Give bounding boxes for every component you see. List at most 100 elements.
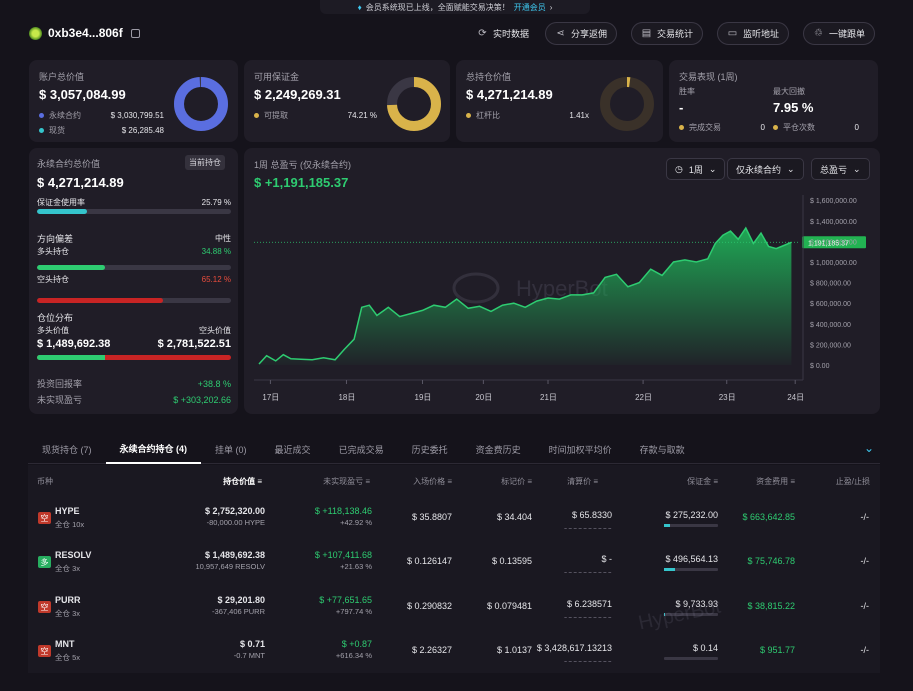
liq-price: $ 6.238571 [566,599,612,609]
spot-dot [39,128,44,133]
tab-4[interactable]: 已完成交易 [325,436,398,464]
liq-price: $ 65.8330 [571,510,612,520]
tpsl[interactable]: -/- [861,645,870,655]
monitor-address-button[interactable]: ▭ 监听地址 [717,22,790,45]
perp-summary-card: 永续合约总价值 当前持仓 $ 4,271,214.89 保证金使用率 25.79 … [29,148,238,414]
coin-name[interactable]: PURR [55,595,81,605]
scope-dropdown[interactable]: 仅永续合约 ⌄ [727,158,804,180]
positions-table [28,465,880,673]
performance-card: 交易表现 (1周) 胜率 - 最大回撤 7.95 % 完成交易 0 平仓次数 0 [669,60,878,142]
column-header[interactable]: 未实现盈亏 ≡ [323,476,370,487]
liq-price: $ - [601,554,612,564]
tab-3[interactable]: 最近成交 [261,436,325,464]
tab-1[interactable]: 永续合约持仓 (4) [105,436,202,464]
share-icon: ⋖ [556,28,565,39]
coin-mode: 全仓 3x [55,609,81,618]
y-tick-label: $ 0.00 [810,363,830,370]
distribution-values: $ 1,489,692.38 $ 2,781,522.51 [37,338,231,350]
banner-link[interactable]: 开通会员 [514,2,546,13]
position-value: $ 29,201.80 -367,406 PURR [212,595,265,616]
tpsl[interactable]: -/- [861,601,870,611]
sort-icon: ≡ [525,477,532,486]
monitor-icon: ▭ [727,28,738,39]
win-rate-value: - [679,100,684,115]
tpsl[interactable]: -/- [861,512,870,522]
util-bar [37,209,231,214]
side-badge: 空 [38,512,51,524]
column-header[interactable]: 止盈/止损 [836,476,870,487]
wallet-address: 0xb3e4...806f [48,26,123,40]
y-tick-label: $ 200,000.00 [810,342,851,349]
pnl-chart-title: 1周 总盈亏 (仅永续合约) [254,160,352,170]
tab-6[interactable]: 资金费历史 [462,436,535,464]
holdings-title: 总持仓价值 [466,72,512,82]
current-position-badge[interactable]: 当前持仓 [185,155,225,170]
direction-row: 方向偏差 中性 [37,234,231,244]
realtime-data-button[interactable]: ⟳ 实时数据 [468,22,538,45]
column-header[interactable]: 入场价格 ≡ [413,476,452,487]
upnl-row: 未实现盈亏 $ +303,202.66 [37,394,231,406]
copy-trade-button[interactable]: ♲ 一键跟单 [803,22,876,45]
x-tick-label: 24日 [787,393,804,402]
distribution-label: 仓位分布 [37,313,74,323]
trade-stats-button[interactable]: ▤ 交易统计 [631,22,704,45]
coin-name[interactable]: HYPE [55,506,80,516]
y-tick-label: $ 1,000,000.00 [810,260,857,267]
column-header[interactable]: 资金费用 ≡ [756,476,795,487]
sort-icon: ≡ [445,477,452,486]
margin-value: $ 2,249,269.31 [254,87,341,102]
holdings-card: 总持仓价值 $ 4,271,214.89 杠杆比 1.41x [456,60,663,142]
entry-price: $ 0.290832 [406,601,452,611]
tab-2[interactable]: 挂单 (0) [201,436,261,464]
expand-chevron-icon[interactable]: ⌄ [864,441,874,455]
metric-dropdown[interactable]: 总盈亏 ⌄ [811,158,870,180]
coin-name[interactable]: RESOLV [55,550,91,560]
liq-price: $ 3,428,617.13213 [536,643,612,653]
unrealized-pnl: $ +107,411.68 +21.63 % [314,550,372,571]
tpsl[interactable]: -/- [861,556,870,566]
pnl-chart-value: $ +1,191,185.37 [254,175,349,190]
util-row: 保证金使用率 25.79 % [37,198,231,207]
sort-icon: ≡ [788,477,795,486]
holdings-donut [600,77,654,131]
liq-bar [564,659,612,662]
side-badge: 多 [38,556,51,568]
coin-mode: 全仓 10x [55,520,85,529]
tab-7[interactable]: 时间加权平均价 [535,436,626,464]
y-tick-label: $ 600,000.00 [810,301,851,308]
tab-5[interactable]: 历史委托 [398,436,462,464]
account-donut [174,77,228,131]
margin-value: $ 0.14 [692,643,718,653]
liq-bar [564,570,612,573]
tab-0[interactable]: 现货持仓 (7) [28,436,106,464]
tab-8[interactable]: 存款与取款 [626,436,699,464]
share-referral-button[interactable]: ⋖ 分享返佣 [545,22,618,45]
announcement-banner[interactable]: ♦ 会员系统现已上线，全面赋能交易决策！ 开通会员 › [320,0,590,14]
unrealized-pnl: $ +0.87 +616.34 % [335,639,372,660]
column-header[interactable]: 清算价 ≡ [567,476,598,487]
funding-fee: $ 663,642.85 [742,512,795,522]
copy-icon[interactable] [130,28,140,38]
coin-name[interactable]: MNT [55,639,75,649]
column-header[interactable]: 保证金 ≡ [687,476,718,487]
liq-bar [564,526,612,529]
chevron-down-icon: ⌄ [853,163,861,174]
period-dropdown[interactable]: ◷ 1周 ⌄ [666,158,726,180]
y-tick-label: $ 400,000.00 [810,322,851,329]
side-badge: 空 [38,645,51,657]
x-tick-label: 17日 [262,393,279,402]
mark-price: $ 0.079481 [486,601,532,611]
account-value-card: 账户总价值 $ 3,057,084.99 永续合约 $ 3,030,799.51 … [29,60,238,142]
funding-fee: $ 951.77 [759,645,795,655]
column-header[interactable]: 标记价 ≡ [501,476,532,487]
column-header[interactable]: 币种 [37,476,53,487]
sort-icon: ≡ [711,477,718,486]
y-tick-label: $ 1,200,000.00 [810,239,857,246]
margin-title: 可用保证金 [254,72,300,82]
x-tick-label: 18日 [338,393,355,402]
margin-donut [387,77,441,131]
column-header[interactable]: 持仓价值 ≡ [223,476,262,487]
banner-text: 会员系统现已上线，全面赋能交易决策！ [365,2,510,12]
mark-price: $ 1.0137 [496,645,532,655]
holdings-value: $ 4,271,214.89 [466,87,553,102]
